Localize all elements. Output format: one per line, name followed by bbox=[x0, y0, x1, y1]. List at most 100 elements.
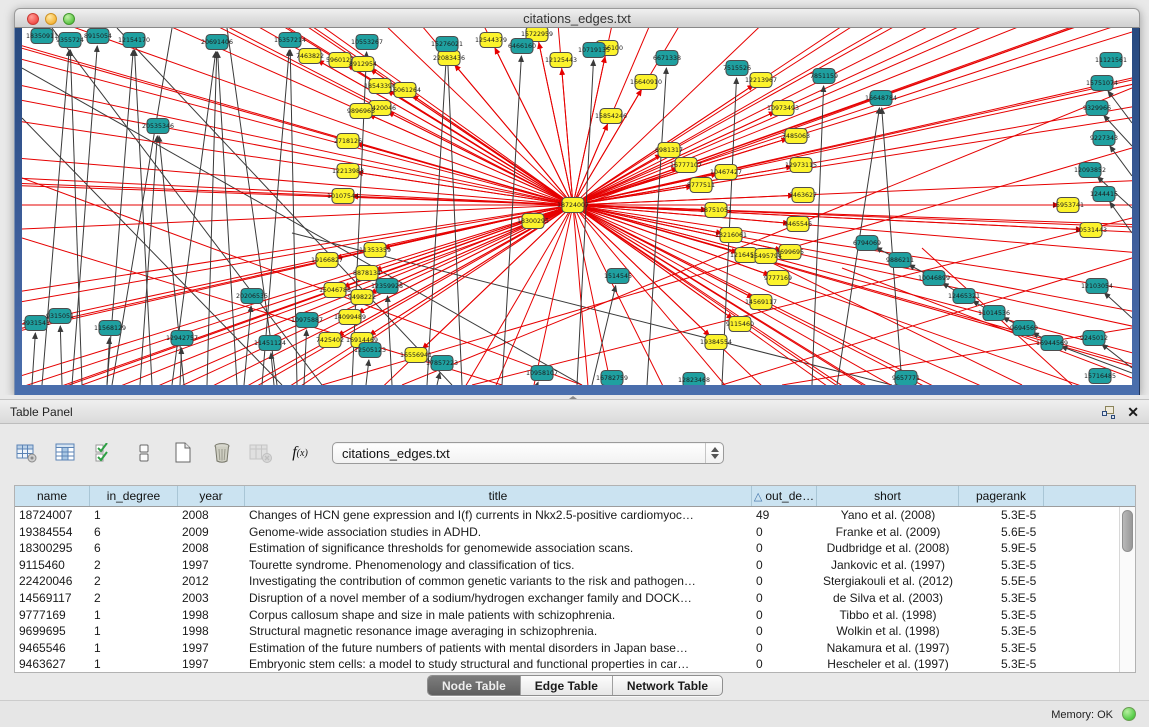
graph-node[interactable]: 10467427 bbox=[710, 165, 742, 180]
table-vertical-scrollbar[interactable] bbox=[1119, 507, 1135, 672]
table-cell[interactable]: Embryonic stem cells: a model to study s… bbox=[245, 656, 752, 672]
tab-network-table[interactable]: Network Table bbox=[613, 676, 722, 695]
graph-edge[interactable] bbox=[412, 95, 573, 205]
graph-node[interactable]: 19384554 bbox=[700, 335, 732, 350]
graph-edge[interactable] bbox=[60, 326, 62, 385]
graph-node[interactable]: 8915054 bbox=[84, 29, 112, 44]
graph-node[interactable]: 12213983 bbox=[332, 164, 364, 179]
graph-edge[interactable] bbox=[32, 333, 35, 385]
graph-node[interactable]: 10046899 bbox=[918, 271, 950, 286]
graph-node[interactable]: 13216061 bbox=[715, 228, 747, 243]
table-cell[interactable]: 9777169 bbox=[15, 607, 90, 624]
function-builder-icon[interactable]: f(x) bbox=[287, 441, 313, 465]
graph-edge[interactable] bbox=[537, 382, 538, 385]
table-cell[interactable]: 2003 bbox=[178, 590, 245, 607]
table-row[interactable]: 1830029562008Estimation of significance … bbox=[15, 540, 1119, 557]
graph-node[interactable]: 6466160 bbox=[508, 39, 536, 54]
graph-edge[interactable] bbox=[42, 50, 69, 385]
column-header-title[interactable]: title bbox=[245, 486, 752, 506]
table-cell[interactable]: Nakamura et al. (1997) bbox=[817, 640, 959, 657]
network-canvas[interactable]: 1872400774638225960123891295418543396224… bbox=[22, 28, 1132, 385]
graph-node[interactable]: 9498222 bbox=[348, 290, 376, 305]
graph-node[interactable]: 8777511 bbox=[687, 178, 715, 193]
graph-node[interactable]: 16640910 bbox=[630, 75, 662, 90]
graph-node[interactable]: 11353359 bbox=[359, 243, 391, 258]
graph-node[interactable]: 12823468 bbox=[678, 373, 710, 386]
column-header-pagerank[interactable]: pagerank bbox=[959, 486, 1044, 506]
table-cell[interactable]: 9465546 bbox=[15, 640, 90, 657]
table-row[interactable]: 911546021997Tourette syndrome. Phenomeno… bbox=[15, 557, 1119, 574]
zoom-window-button[interactable] bbox=[63, 13, 75, 25]
table-cell[interactable]: Genome-wide association studies in ADHD. bbox=[245, 524, 752, 541]
table-cell[interactable]: 5.3E-5 bbox=[959, 590, 1044, 607]
graph-node[interactable]: 8878134 bbox=[353, 266, 381, 281]
graph-node[interactable]: 15953741 bbox=[1052, 198, 1084, 213]
graph-edge[interactable] bbox=[1108, 91, 1132, 123]
graph-node[interactable]: 9315051 bbox=[46, 309, 74, 324]
graph-edge[interactable] bbox=[423, 205, 573, 349]
table-cell[interactable]: Tibbo et al. (1998) bbox=[817, 607, 959, 624]
graph-node[interactable]: 9115460 bbox=[726, 317, 754, 332]
minimize-window-button[interactable] bbox=[45, 13, 57, 25]
new-table-icon[interactable] bbox=[170, 441, 196, 465]
close-window-button[interactable] bbox=[27, 13, 39, 25]
table-column-icon[interactable] bbox=[53, 441, 79, 465]
graph-node[interactable]: 9896963 bbox=[347, 104, 375, 119]
graph-node[interactable]: 7851159 bbox=[810, 69, 838, 84]
table-cell[interactable]: 5.5E-5 bbox=[959, 573, 1044, 590]
table-cell[interactable]: 14569117 bbox=[15, 590, 90, 607]
graph-node[interactable]: 7425402 bbox=[316, 333, 344, 348]
table-cell[interactable]: 0 bbox=[752, 607, 817, 624]
table-cell[interactable]: Yano et al. (2008) bbox=[817, 507, 959, 524]
table-cell[interactable]: 1998 bbox=[178, 607, 245, 624]
graph-node[interactable]: 7485063 bbox=[782, 129, 810, 144]
table-cell[interactable]: Structural magnetic resonance image aver… bbox=[245, 623, 752, 640]
table-cell[interactable]: Stergiakouli et al. (2012) bbox=[817, 573, 959, 590]
graph-node[interactable]: 6981317 bbox=[655, 143, 683, 158]
graph-edge[interactable] bbox=[369, 115, 573, 205]
graph-node[interactable]: 9463627 bbox=[789, 188, 817, 203]
graph-node[interactable]: 19166827 bbox=[311, 253, 343, 268]
graph-node[interactable]: 11451124 bbox=[254, 336, 286, 351]
table-cell[interactable]: 5.3E-5 bbox=[959, 640, 1044, 657]
graph-edge[interactable] bbox=[562, 69, 573, 205]
table-cell[interactable]: de Silva et al. (2003) bbox=[817, 590, 959, 607]
graph-node[interactable]: 6794069 bbox=[853, 236, 881, 251]
table-row[interactable]: 1456911722003Disruption of a novel membe… bbox=[15, 590, 1119, 607]
table-cell[interactable]: 1 bbox=[90, 607, 178, 624]
graph-edge[interactable] bbox=[573, 168, 678, 205]
scrollbar-thumb[interactable] bbox=[1122, 510, 1133, 552]
graph-node[interactable]: 9329966 bbox=[1083, 101, 1111, 116]
memory-status-dot[interactable] bbox=[1122, 707, 1136, 721]
table-cell[interactable]: 0 bbox=[752, 540, 817, 557]
table-cell[interactable]: 19384554 bbox=[15, 524, 90, 541]
table-cell[interactable]: 2008 bbox=[178, 507, 245, 524]
column-header-short[interactable]: short bbox=[817, 486, 959, 506]
table-cell[interactable]: 49 bbox=[752, 507, 817, 524]
graph-node[interactable]: 8912954 bbox=[349, 57, 377, 72]
graph-node[interactable]: 10107544 bbox=[327, 189, 359, 204]
table-cell[interactable]: 5.3E-5 bbox=[959, 607, 1044, 624]
delete-table-icon[interactable] bbox=[209, 441, 235, 465]
table-cell[interactable]: 2009 bbox=[178, 524, 245, 541]
table-cell[interactable]: 1997 bbox=[178, 557, 245, 574]
graph-edge[interactable] bbox=[437, 373, 440, 385]
close-panel-icon[interactable]: ✕ bbox=[1127, 403, 1139, 421]
graph-node[interactable]: 10958107 bbox=[526, 366, 558, 381]
graph-edge[interactable] bbox=[447, 54, 462, 385]
graph-node[interactable]: 16782759 bbox=[596, 371, 628, 386]
table-cell[interactable]: Estimation of significance thresholds fo… bbox=[245, 540, 752, 557]
graph-node[interactable]: 9355724 bbox=[56, 33, 84, 48]
graph-node[interactable]: 9886211 bbox=[886, 253, 914, 268]
graph-node[interactable]: 12942757 bbox=[166, 331, 198, 346]
table-cell[interactable]: 18724007 bbox=[15, 507, 90, 524]
graph-edge[interactable] bbox=[573, 112, 775, 205]
table-cell[interactable]: 5.9E-5 bbox=[959, 540, 1044, 557]
table-cell[interactable]: 5.3E-5 bbox=[959, 656, 1044, 672]
table-cell[interactable]: Changes of HCN gene expression and I(f) … bbox=[245, 507, 752, 524]
graph-node[interactable]: 11568129 bbox=[94, 321, 126, 336]
graph-node[interactable]: 12213967 bbox=[745, 73, 777, 88]
table-cell[interactable]: 1 bbox=[90, 623, 178, 640]
table-cell[interactable]: 1997 bbox=[178, 656, 245, 672]
table-cell[interactable]: 5.3E-5 bbox=[959, 507, 1044, 524]
